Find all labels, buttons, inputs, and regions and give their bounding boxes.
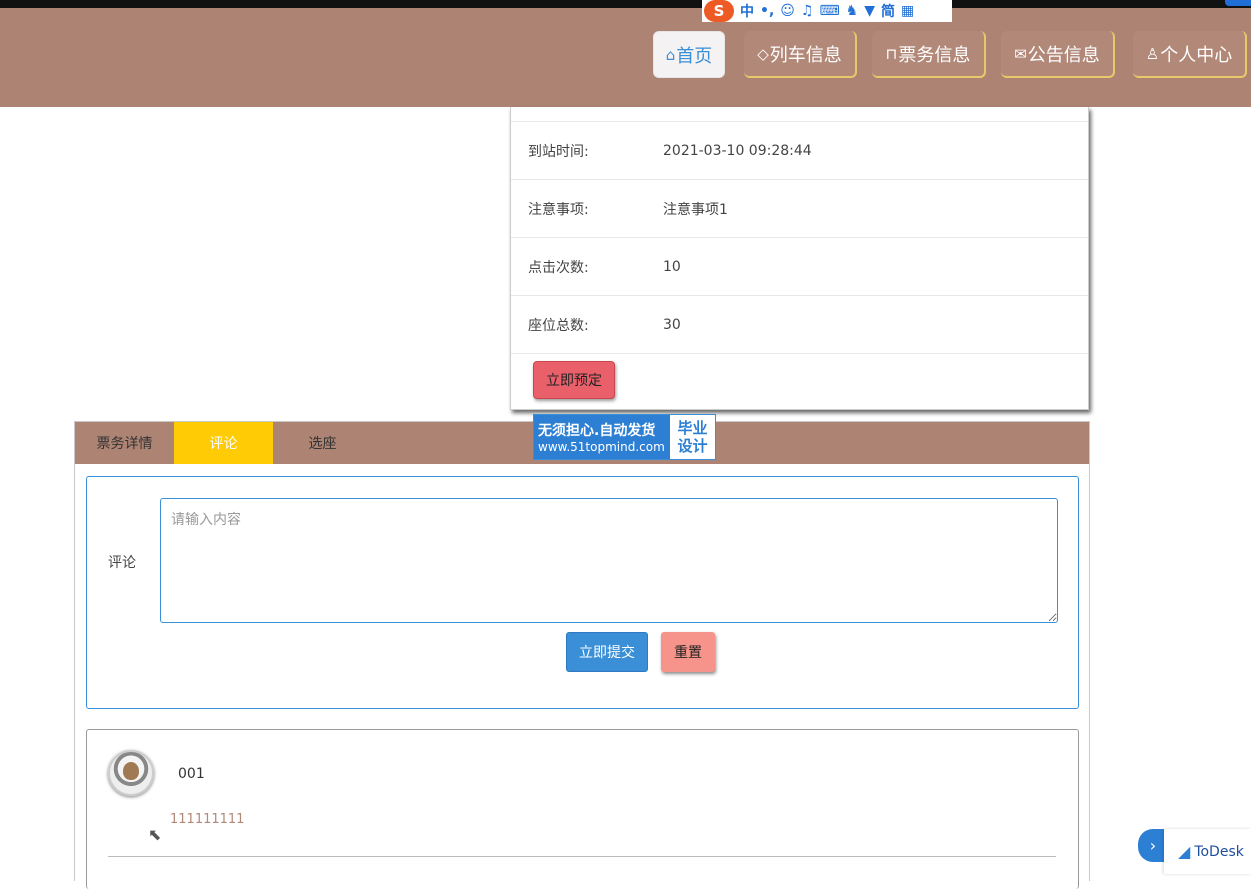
reset-button[interactable]: 重置 bbox=[661, 632, 715, 672]
nav-item-notices[interactable]: ✉ 公告信息 bbox=[1001, 31, 1115, 78]
nav-item-trains[interactable]: ◇ 列车信息 bbox=[744, 31, 857, 78]
nav-item-tickets[interactable]: ⊓ 票务信息 bbox=[872, 31, 986, 78]
detail-value: 2021-03-10 09:28:44 bbox=[663, 142, 812, 159]
corner-badge bbox=[1225, 0, 1251, 6]
tab-section: 票务详情 评论 选座 评论 立即提交 重置 001 111111111 bbox=[74, 421, 1090, 889]
detail-value: 注意事项1 bbox=[663, 201, 728, 218]
user-icon: ♙ bbox=[1145, 44, 1160, 63]
mail-icon: ✉ bbox=[1014, 44, 1027, 63]
detail-value: 30 bbox=[663, 316, 681, 333]
nav-item-label: 票务信息 bbox=[898, 44, 971, 66]
ad-banner-side: 毕业 设计 bbox=[670, 415, 715, 459]
detail-row-seats: 座位总数: 30 bbox=[511, 296, 1088, 354]
ime-item[interactable]: ⌨ bbox=[819, 3, 839, 19]
avatar bbox=[108, 750, 154, 796]
submit-button[interactable]: 立即提交 bbox=[566, 632, 648, 672]
detail-label: 点击次数: bbox=[528, 259, 589, 276]
detail-row-clicks: 点击次数: 10 bbox=[511, 238, 1088, 296]
mouse-cursor-icon: ⬉ bbox=[148, 825, 162, 844]
ad-banner[interactable]: 无须担心.自动发货 www.51topmind.com 毕业 设计 bbox=[533, 414, 716, 460]
ad-banner-main: 无须担心.自动发货 www.51topmind.com bbox=[534, 415, 670, 459]
ime-toolbar: S 中 •, ☺ ♫ ⌨ ♞ ▼ 简 ▦ bbox=[702, 0, 952, 22]
tab-comments[interactable]: 评论 bbox=[174, 422, 273, 464]
ime-item[interactable]: 简 bbox=[881, 1, 895, 21]
detail-row-arrival: 到站时间: 2021-03-10 09:28:44 bbox=[511, 122, 1088, 180]
detail-label: 注意事项: bbox=[528, 201, 589, 218]
tab-ticket-details[interactable]: 票务详情 bbox=[75, 422, 174, 464]
nav-item-label: 首页 bbox=[676, 45, 713, 67]
ad-side-2: 设计 bbox=[677, 437, 708, 455]
detail-row-partial bbox=[511, 107, 1088, 122]
ime-logo-icon[interactable]: S bbox=[704, 0, 734, 22]
detail-value: 10 bbox=[663, 258, 681, 275]
avatar-face-icon bbox=[123, 762, 139, 780]
nav-item-home[interactable]: ⌂ 首页 bbox=[653, 31, 725, 78]
ime-item[interactable]: 中 bbox=[740, 1, 754, 21]
detail-label: 座位总数: bbox=[528, 317, 589, 334]
ime-item[interactable]: ☺ bbox=[780, 3, 795, 19]
detail-label: 到站时间: bbox=[528, 143, 589, 160]
ad-side-1: 毕业 bbox=[677, 419, 708, 437]
nav-item-label: 列车信息 bbox=[769, 44, 842, 66]
comment-username: 001 bbox=[178, 766, 205, 782]
ime-item[interactable]: ▦ bbox=[901, 3, 914, 19]
home-icon: ⌂ bbox=[665, 45, 676, 64]
todesk-logo-icon: ◢ bbox=[1178, 842, 1191, 861]
tag-icon: ◇ bbox=[757, 44, 769, 63]
nav-item-profile[interactable]: ♙ 个人中心 bbox=[1133, 31, 1247, 78]
ime-item[interactable]: ♫ bbox=[801, 3, 814, 19]
comment-content: 111111111 bbox=[170, 812, 245, 827]
ad-line-1: 无须担心.自动发货 bbox=[538, 423, 656, 439]
nav-item-label: 公告信息 bbox=[1027, 44, 1100, 66]
ime-item[interactable]: •, bbox=[760, 3, 774, 19]
comment-input[interactable] bbox=[160, 498, 1058, 623]
tab-seat-selection[interactable]: 选座 bbox=[273, 422, 372, 464]
comment-divider bbox=[108, 856, 1056, 857]
todesk-widget[interactable]: ◢ ToDesk bbox=[1164, 829, 1251, 874]
comment-label: 评论 bbox=[108, 555, 136, 571]
ime-item[interactable]: ▼ bbox=[864, 3, 875, 19]
comment-form: 评论 立即提交 重置 bbox=[86, 476, 1079, 709]
todesk-label: ToDesk bbox=[1194, 843, 1244, 860]
book-now-button[interactable]: 立即预定 bbox=[533, 361, 615, 399]
top-strip bbox=[0, 0, 1251, 8]
ime-item[interactable]: ♞ bbox=[846, 3, 859, 19]
detail-row-notes: 注意事项: 注意事项1 bbox=[511, 180, 1088, 238]
book-icon: ⊓ bbox=[885, 44, 898, 63]
nav-item-label: 个人中心 bbox=[1160, 44, 1233, 66]
ad-line-2: www.51topmind.com bbox=[538, 440, 665, 454]
comment-list: 001 111111111 bbox=[86, 729, 1079, 889]
ticket-detail-panel: 到站时间: 2021-03-10 09:28:44 注意事项: 注意事项1 点击… bbox=[510, 107, 1089, 410]
